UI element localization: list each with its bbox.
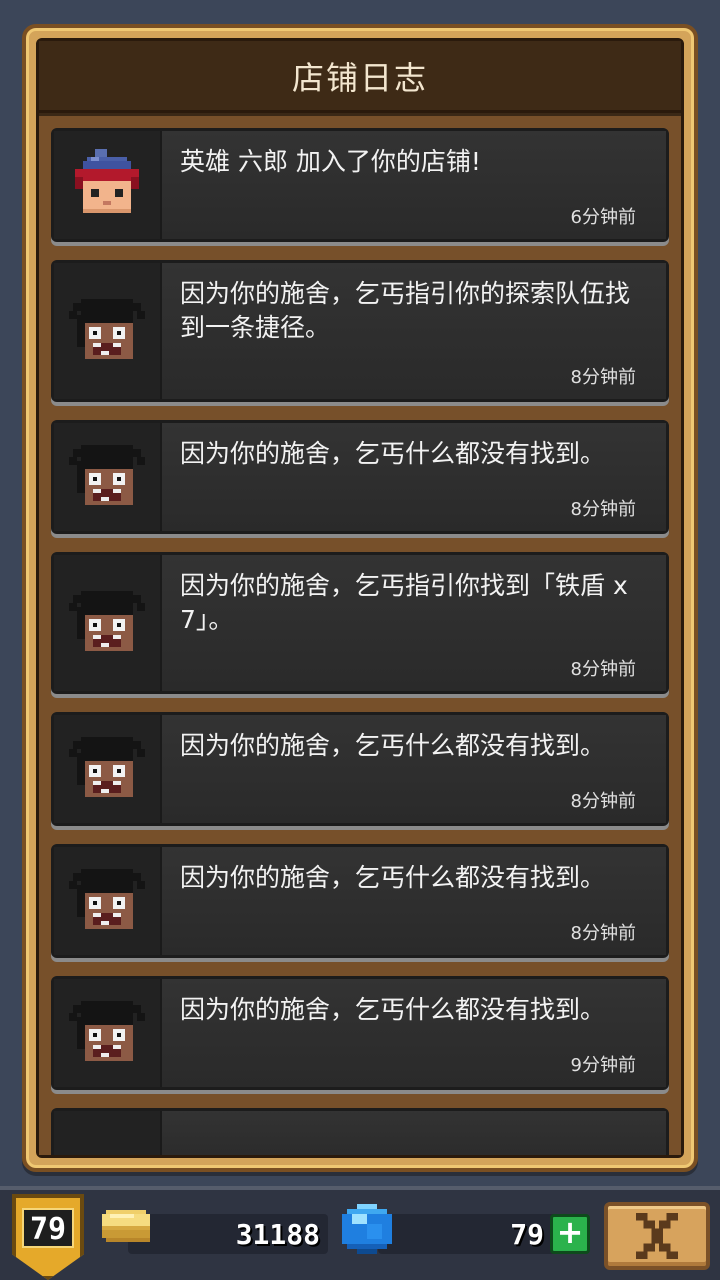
gem-bar: 79: [378, 1214, 570, 1254]
avatar: [54, 847, 162, 955]
avatar: [54, 715, 162, 823]
level-badge[interactable]: 79: [12, 1194, 84, 1280]
avatar: [54, 423, 162, 531]
avatar: [54, 131, 162, 239]
close-x-icon: [635, 1213, 679, 1259]
bottom-hud: 79 31188 79 +: [0, 1186, 720, 1280]
gold-value: 31188: [235, 1218, 320, 1251]
entry-body: 因为你的施舍，乞丐什么都没有找到。 8分钟前: [162, 423, 666, 531]
avatar: [54, 979, 162, 1087]
entry-message: 英雄 六郎 加入了你的店铺!: [180, 147, 481, 176]
beggar-avatar-icon: [69, 869, 145, 929]
log-entry: 因为你的施舍，乞丐什么都没有找到。 8分钟前: [51, 712, 669, 826]
entry-message: 因为你的施舍，乞丐什么都没有找到。: [180, 995, 606, 1024]
log-entry: 因为你的施舍，乞丐什么都没有找到。 9分钟前: [51, 976, 669, 1090]
blue-gem-icon: [342, 1204, 392, 1254]
beggar-avatar-icon: [69, 737, 145, 797]
entry-message: 因为你的施舍，乞丐什么都没有找到。: [180, 731, 606, 760]
entry-timestamp: 8分钟前: [570, 659, 636, 680]
avatar: [54, 263, 162, 399]
gold-coins-icon: [102, 1210, 150, 1242]
level-value: 79: [22, 1208, 74, 1248]
entry-body: 英雄 六郎 加入了你的店铺! 6分钟前: [162, 131, 666, 239]
beggar-avatar-icon: [69, 591, 145, 651]
entry-message: 因为你的施舍，乞丐指引你找到「铁盾 x 7」。: [180, 571, 628, 634]
entry-message: 因为你的施舍，乞丐什么都没有找到。: [180, 863, 606, 892]
gold-bar: 31188: [128, 1214, 328, 1254]
entry-body: 因为你的施舍，乞丐什么都没有找到。 9分钟前: [162, 979, 666, 1087]
gem-value: 79: [510, 1218, 544, 1251]
log-entry-partial: [51, 1108, 669, 1155]
page-title: 店铺日志: [291, 58, 428, 97]
panel-inner: 店铺日志 英雄 六郎 加入了你的店铺! 6分钟前 因为你的施舍，乞丐指引你的探索…: [36, 38, 684, 1158]
log-entry: 因为你的施舍，乞丐指引你找到「铁盾 x 7」。 8分钟前: [51, 552, 669, 694]
log-entry: 因为你的施舍，乞丐什么都没有找到。 8分钟前: [51, 844, 669, 958]
close-button[interactable]: [604, 1202, 710, 1270]
avatar: [54, 555, 162, 691]
log-list[interactable]: 英雄 六郎 加入了你的店铺! 6分钟前 因为你的施舍，乞丐指引你的探索队伍找到一…: [39, 116, 681, 1155]
log-entry: 因为你的施舍，乞丐什么都没有找到。 8分钟前: [51, 420, 669, 534]
entry-body: 因为你的施舍，乞丐指引你的探索队伍找到一条捷径。 8分钟前: [162, 263, 666, 399]
log-entry: 英雄 六郎 加入了你的店铺! 6分钟前: [51, 128, 669, 242]
entry-message: 因为你的施舍，乞丐什么都没有找到。: [180, 439, 606, 468]
entry-body: 因为你的施舍，乞丐指引你找到「铁盾 x 7」。 8分钟前: [162, 555, 666, 691]
entry-timestamp: 8分钟前: [570, 923, 636, 944]
beggar-avatar-icon: [69, 299, 145, 359]
shop-log-panel: 店铺日志 英雄 六郎 加入了你的店铺! 6分钟前 因为你的施舍，乞丐指引你的探索…: [22, 24, 698, 1172]
entry-body: 因为你的施舍，乞丐什么都没有找到。 8分钟前: [162, 715, 666, 823]
entry-timestamp: 8分钟前: [570, 791, 636, 812]
beggar-avatar-icon: [69, 445, 145, 505]
hero-avatar-icon: [75, 149, 139, 213]
beggar-avatar-icon: [69, 1001, 145, 1061]
buy-gems-button[interactable]: +: [550, 1214, 590, 1254]
log-entry: 因为你的施舍，乞丐指引你的探索队伍找到一条捷径。 8分钟前: [51, 260, 669, 402]
entry-message: 因为你的施舍，乞丐指引你的探索队伍找到一条捷径。: [180, 279, 631, 342]
entry-body: 因为你的施舍，乞丐什么都没有找到。 8分钟前: [162, 847, 666, 955]
entry-timestamp: 8分钟前: [570, 499, 636, 520]
entry-timestamp: 6分钟前: [570, 207, 636, 228]
title-bar: 店铺日志: [39, 41, 681, 113]
avatar: [54, 1111, 162, 1155]
entry-timestamp: 9分钟前: [570, 1055, 636, 1076]
entry-timestamp: 8分钟前: [570, 367, 636, 388]
entry-body: [162, 1111, 666, 1155]
